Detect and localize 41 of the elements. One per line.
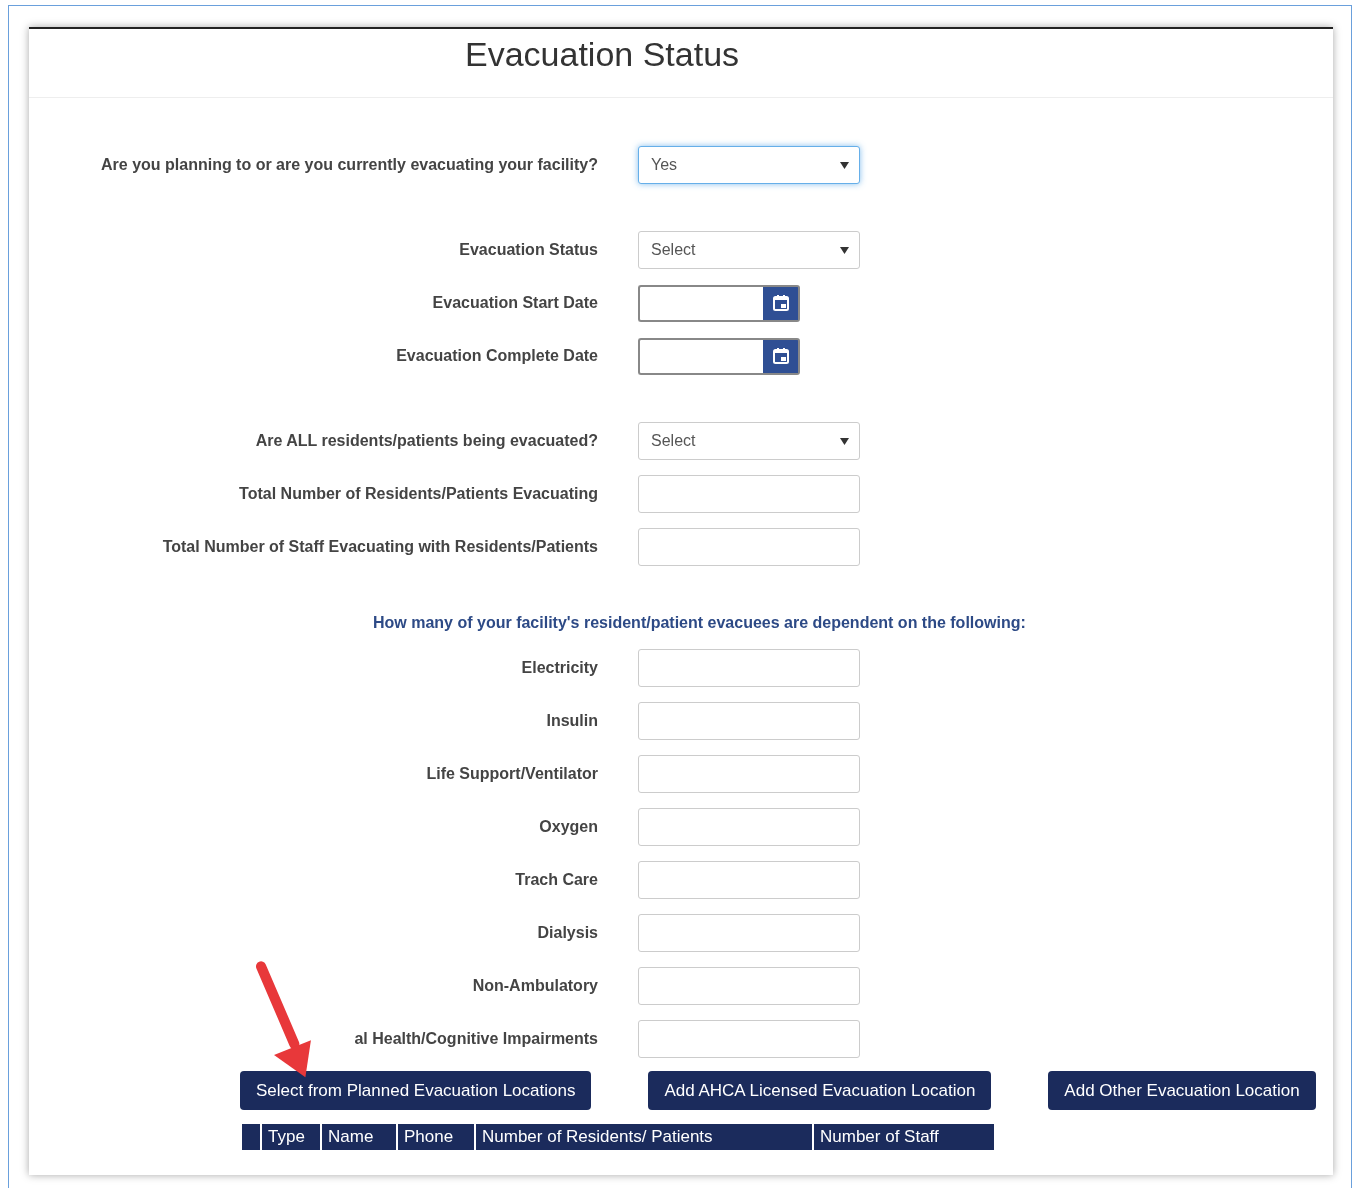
column-header: Type: [260, 1124, 320, 1150]
input-field[interactable]: [638, 914, 860, 952]
column-header: Number of Residents/ Patients: [474, 1124, 812, 1150]
caret-icon: [840, 437, 849, 445]
field-label: Total Number of Staff Evacuating with Residents/Patients: [161, 538, 598, 556]
field-label: Evacuation Status: [458, 241, 598, 259]
field-label: Are ALL residents/patients being evacuated?: [254, 432, 598, 450]
section-heading: How many of your facility's resident/patient evacuees are dependent on the following:: [373, 614, 1027, 632]
input-field[interactable]: [638, 808, 860, 846]
input-field[interactable]: [638, 861, 860, 899]
input-field[interactable]: [638, 967, 860, 1005]
input-field[interactable]: [638, 755, 860, 793]
field-label: Dialysis: [536, 924, 598, 942]
field-label: Total Number of Residents/Patients Evacuating: [238, 485, 598, 503]
input-field[interactable]: [638, 702, 860, 740]
caret-icon: [840, 161, 849, 169]
field-label: Trach Care: [514, 871, 598, 889]
input-field[interactable]: [638, 1020, 860, 1058]
field-label: Life Support/Ventilator: [425, 765, 598, 783]
field-label: Oxygen: [538, 818, 598, 836]
action-button[interactable]: Select from Planned Evacuation Locations: [240, 1071, 592, 1110]
dropdown[interactable]: Select: [638, 422, 860, 460]
dropdown[interactable]: Yes: [638, 146, 860, 184]
field-label: Insulin: [545, 712, 598, 730]
column-header: Name: [320, 1124, 396, 1150]
field-label: Evacuation Start Date: [431, 294, 598, 312]
caret-icon: [840, 246, 849, 254]
field-label: Non-Ambulatory: [471, 977, 598, 995]
input-field[interactable]: [638, 528, 860, 566]
input-field[interactable]: [638, 649, 860, 687]
input-field[interactable]: [638, 475, 860, 513]
field-label: al Health/Cognitive Impairments: [353, 1030, 598, 1048]
field-label: Evacuation Complete Date: [395, 347, 598, 365]
column-header: Number of Staff: [812, 1124, 994, 1150]
page-title: Evacuation Status: [465, 35, 740, 74]
field-label: Electricity: [520, 659, 598, 677]
dropdown[interactable]: Select: [638, 231, 860, 269]
action-button[interactable]: Add Other Evacuation Location: [1048, 1071, 1316, 1110]
field-label: Are you planning to or are you currently evacuating your facility?: [100, 156, 598, 174]
action-button[interactable]: Add AHCA Licensed Evacuation Location: [648, 1071, 992, 1110]
column-header: Phone: [396, 1124, 474, 1150]
